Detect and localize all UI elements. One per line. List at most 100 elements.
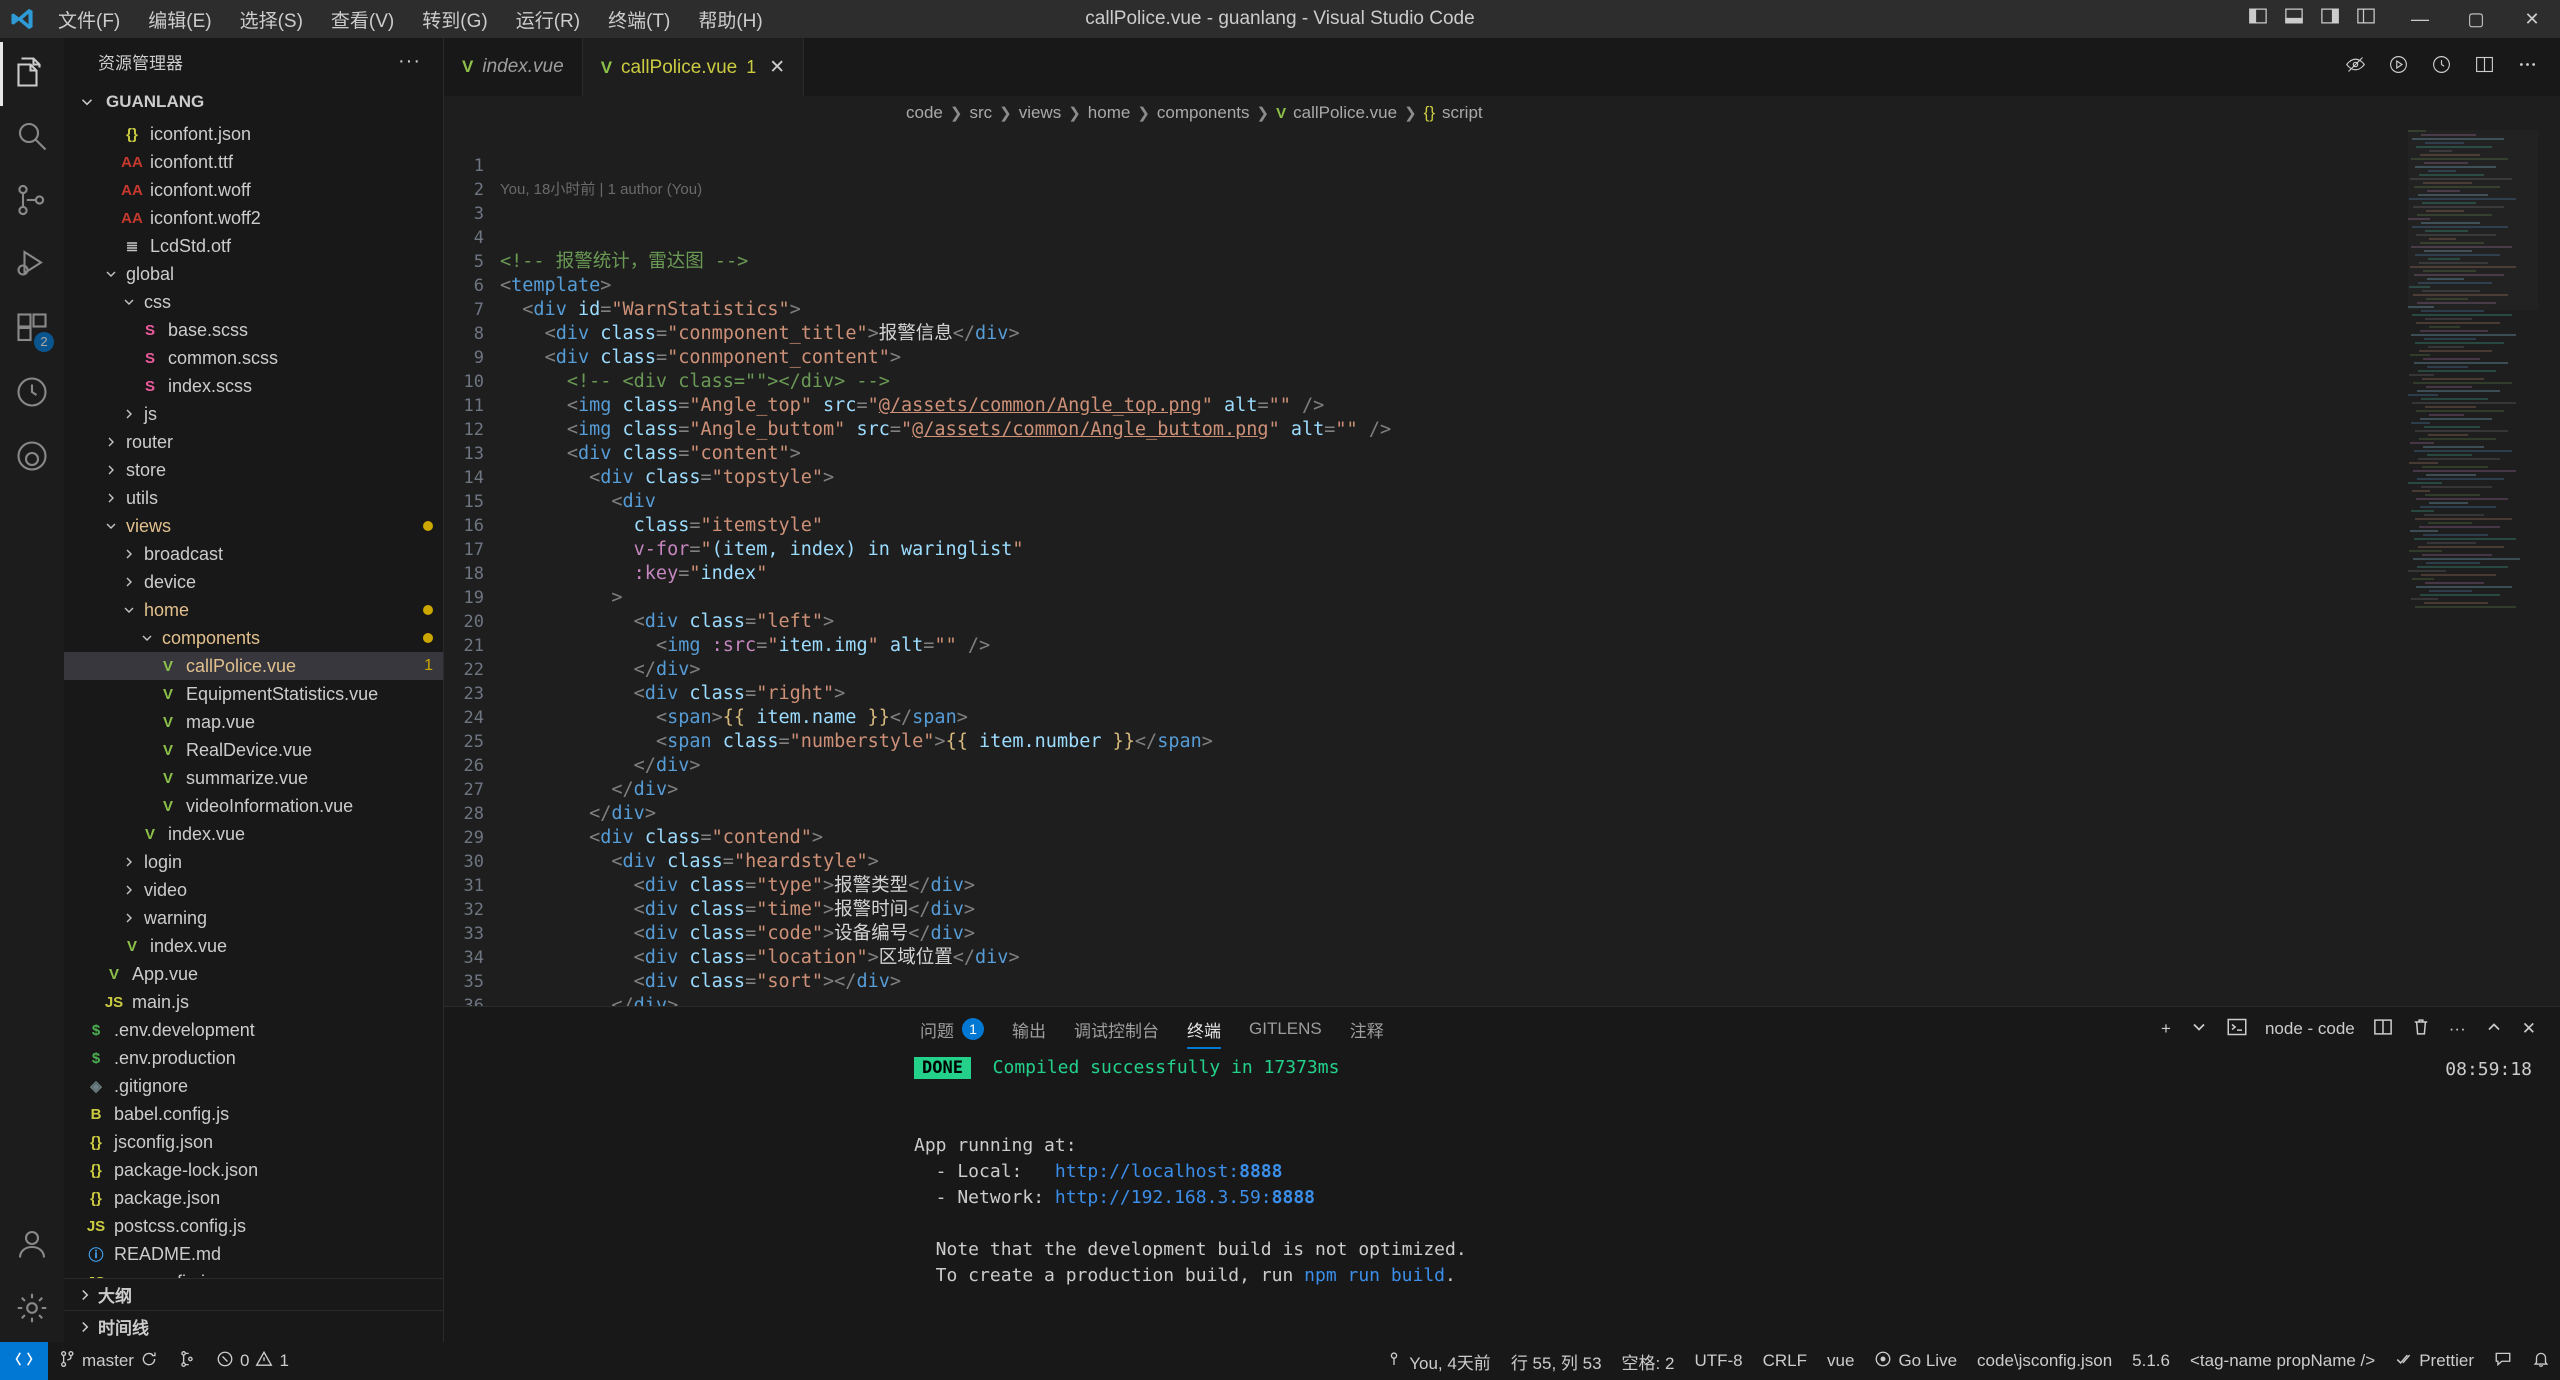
tree-item-package-lock-json[interactable]: {} package-lock.json xyxy=(64,1156,443,1184)
status-prettier[interactable]: Prettier xyxy=(2385,1342,2484,1380)
code-line[interactable]: <img class="Angle_buttom" src="@/assets/… xyxy=(500,418,2560,442)
code-line[interactable]: <template> xyxy=(500,274,2560,298)
code-line[interactable]: <div class="content"> xyxy=(500,442,2560,466)
chevron-right-icon[interactable] xyxy=(100,490,122,506)
panel-tab-debug-console[interactable]: 调试控制台 xyxy=(1060,1007,1173,1051)
menu-run[interactable]: 运行(R) xyxy=(502,3,594,36)
status-config-file[interactable]: code\jsconfig.json xyxy=(1967,1342,2122,1380)
chevron-down-icon[interactable] xyxy=(2189,1017,2209,1042)
activity-gitlens[interactable] xyxy=(0,362,64,426)
chevron-right-icon[interactable] xyxy=(100,434,122,450)
close-button[interactable]: ✕ xyxy=(2504,0,2560,38)
tree-item-css[interactable]: css xyxy=(64,288,443,316)
chevron-right-icon[interactable] xyxy=(118,854,140,870)
tree-item-readme-md[interactable]: ⓘ README.md xyxy=(64,1240,443,1268)
panel-actions[interactable]: + node - code ··· ✕ xyxy=(2161,1017,2560,1042)
tree-item-index-scss[interactable]: Sindex.scss xyxy=(64,372,443,400)
tree-item-views[interactable]: views xyxy=(64,512,443,540)
tree-item-package-json[interactable]: {} package.json xyxy=(64,1184,443,1212)
maximize-button[interactable]: ▢ xyxy=(2448,0,2504,38)
tree-item-summarize-vue[interactable]: Vsummarize.vue xyxy=(64,764,443,792)
sidebar-more-actions[interactable]: ··· xyxy=(398,50,433,73)
activity-run-debug[interactable] xyxy=(0,234,64,298)
tree-item-equipmentstatistics-vue[interactable]: V EquipmentStatistics.vue xyxy=(64,680,443,708)
split-terminal-icon[interactable] xyxy=(2373,1017,2393,1042)
tree-item-login[interactable]: login xyxy=(64,848,443,876)
activity-accounts[interactable] xyxy=(0,1214,64,1278)
code-line[interactable]: v-for="(item, index) in waringlist" xyxy=(500,538,2560,562)
tab-index-vue[interactable]: V index.vue xyxy=(444,38,583,96)
breadcrumb-views[interactable]: views xyxy=(1019,103,1062,123)
menu-go[interactable]: 转到(G) xyxy=(408,3,501,36)
menu-edit[interactable]: 编辑(E) xyxy=(134,3,225,36)
tree-item-map-vue[interactable]: Vmap.vue xyxy=(64,708,443,736)
status-tagname[interactable]: <tag-name propName /> xyxy=(2180,1342,2385,1380)
tree-item-utils[interactable]: utils xyxy=(64,484,443,512)
code-line[interactable]: <!-- <div class=""></div> --> xyxy=(500,370,2560,394)
tree-item-global[interactable]: global xyxy=(64,260,443,288)
tree-item-jsconfig-json[interactable]: {} jsconfig.json xyxy=(64,1128,443,1156)
panel-tab-output[interactable]: 输出 xyxy=(998,1007,1060,1051)
tree-item-warning[interactable]: warning xyxy=(64,904,443,932)
tree-item-callpolice-vue[interactable]: VcallPolice.vue 1 xyxy=(64,652,443,680)
code-line[interactable]: class="itemstyle" xyxy=(500,514,2560,538)
code-line[interactable]: :key="index" xyxy=(500,562,2560,586)
tree-item-js[interactable]: js xyxy=(64,400,443,428)
project-root-header[interactable]: GUANLANG xyxy=(64,84,443,120)
tree-item-main-js[interactable]: JS main.js xyxy=(64,988,443,1016)
panel-tab-terminal[interactable]: 终端 xyxy=(1173,1007,1235,1051)
tree-item-env-production[interactable]: $ .env.production xyxy=(64,1044,443,1072)
code-line[interactable]: <div id="WarnStatistics"> xyxy=(500,298,2560,322)
local-url[interactable]: http://localhost: xyxy=(1055,1161,1239,1182)
breadcrumb-src[interactable]: src xyxy=(969,103,992,123)
toggle-primary-sidebar-icon[interactable] xyxy=(2248,6,2268,32)
minimap[interactable] xyxy=(2408,130,2538,1006)
tree-item-iconfont-ttf[interactable]: AA iconfont.ttf xyxy=(64,148,443,176)
chevron-down-icon[interactable] xyxy=(136,630,158,646)
timeline-section[interactable]: 时间线 xyxy=(64,1310,443,1342)
tree-item-index-vue[interactable]: Vindex.vue xyxy=(64,820,443,848)
split-editor-icon[interactable] xyxy=(2474,54,2495,80)
terminal-shell-label[interactable]: node - code xyxy=(2265,1019,2355,1039)
code-line[interactable]: <span>{{ item.name }}</span> xyxy=(500,706,2560,730)
minimap-slider[interactable] xyxy=(2408,130,2538,310)
new-terminal-icon[interactable]: + xyxy=(2161,1019,2171,1039)
breadcrumb-home[interactable]: home xyxy=(1088,103,1131,123)
local-port[interactable]: 8888 xyxy=(1239,1161,1282,1182)
code-line[interactable]: <!-- 报警统计，雷达图 --> xyxy=(500,250,2560,274)
panel-more-icon[interactable]: ··· xyxy=(2449,1019,2466,1039)
code-line[interactable]: <div class="code">设备编号</div> xyxy=(500,922,2560,946)
code-line[interactable]: <span class="numberstyle">{{ item.number… xyxy=(500,730,2560,754)
editor-actions[interactable] xyxy=(2345,38,2560,96)
chevron-right-icon[interactable] xyxy=(118,910,140,926)
chevron-right-icon[interactable] xyxy=(118,574,140,590)
menu-help[interactable]: 帮助(H) xyxy=(684,3,776,36)
chevron-down-icon[interactable] xyxy=(118,602,140,618)
tree-item-vue-config-js[interactable]: JSvue.config.js xyxy=(64,1268,443,1279)
file-tree[interactable]: {} iconfont.json AA iconfont.ttf AA iconfont.… xyxy=(64,120,443,1278)
code-line[interactable]: <div class="contend"> xyxy=(500,826,2560,850)
tree-item-router[interactable]: router xyxy=(64,428,443,456)
panel-tab-problems[interactable]: 问题 1 xyxy=(906,1007,998,1051)
code-line[interactable]: <div xyxy=(500,490,2560,514)
maximize-panel-icon[interactable] xyxy=(2484,1017,2504,1042)
code-line[interactable]: <div class="heardstyle"> xyxy=(500,850,2560,874)
code-line[interactable]: <div class="conmponent_title">报警信息</div> xyxy=(500,322,2560,346)
terminal-output[interactable]: DONE Compiled successfully in 17373ms Ap… xyxy=(444,1051,2560,1342)
menu-view[interactable]: 查看(V) xyxy=(317,3,408,36)
tree-item-components[interactable]: components xyxy=(64,624,443,652)
status-problems[interactable]: 0 1 xyxy=(206,1342,299,1380)
breadcrumb[interactable]: code ❯ src ❯ views ❯ home ❯ components ❯… xyxy=(444,96,2560,130)
code-content[interactable]: You, 18小时前 | 1 author (You) <!-- 报警统计，雷达… xyxy=(500,130,2560,1006)
tree-item-index-vue[interactable]: Vindex.vue xyxy=(64,932,443,960)
status-version[interactable]: 5.1.6 xyxy=(2122,1342,2180,1380)
tab-close-icon[interactable]: ✕ xyxy=(765,56,785,79)
status-feedback[interactable] xyxy=(2484,1342,2522,1380)
status-indentation[interactable]: 空格: 2 xyxy=(1612,1342,1685,1380)
sync-icon[interactable] xyxy=(140,1350,158,1373)
breadcrumb-file[interactable]: callPolice.vue xyxy=(1293,103,1397,123)
activity-search[interactable] xyxy=(0,106,64,170)
chevron-right-icon[interactable] xyxy=(100,462,122,478)
tree-item-store[interactable]: store xyxy=(64,456,443,484)
tree-item-base-scss[interactable]: Sbase.scss xyxy=(64,316,443,344)
